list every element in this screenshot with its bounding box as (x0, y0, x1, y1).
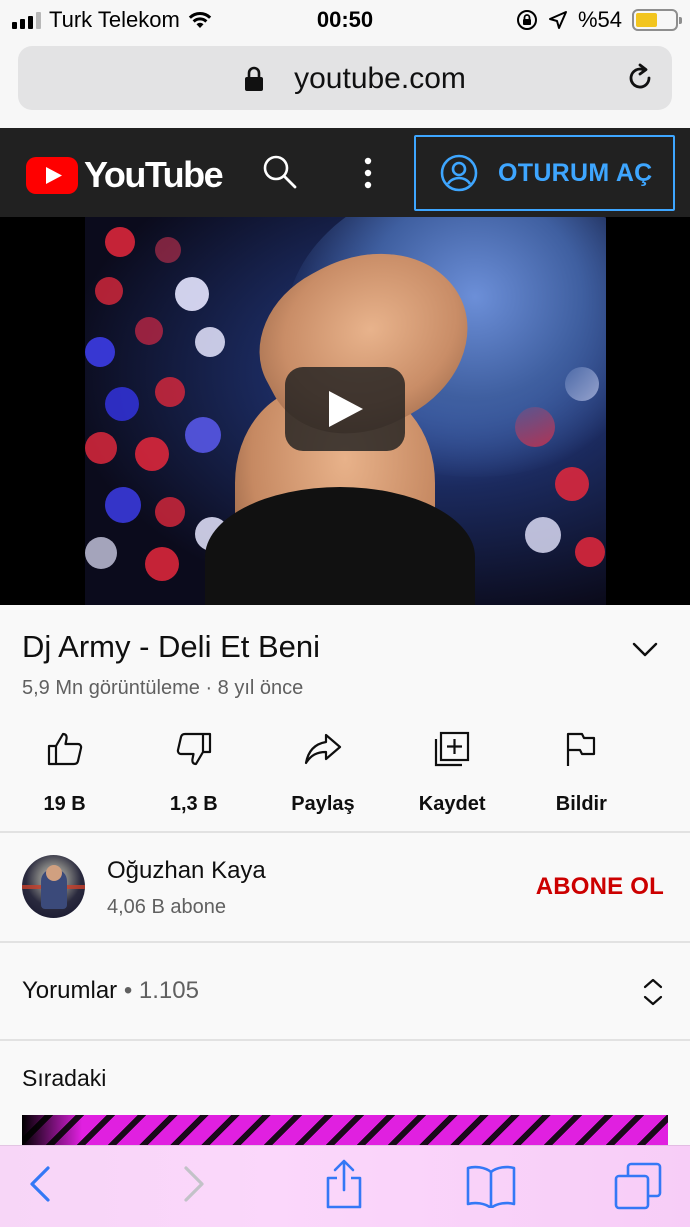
up-next-section: Sıradaki (0, 1041, 690, 1175)
safari-toolbar (0, 1145, 690, 1227)
account-icon (440, 154, 478, 192)
reload-icon[interactable] (624, 62, 656, 94)
dislike-button[interactable]: 1,3 B (129, 729, 258, 816)
youtube-header: YouTube OTURUM AÇ (0, 128, 690, 217)
share-icon (304, 733, 342, 765)
comments-count: • 1.105 (123, 977, 199, 1004)
youtube-logo[interactable]: YouTube (26, 154, 224, 196)
youtube-play-logo-icon (26, 156, 78, 194)
battery-icon (632, 9, 682, 31)
search-icon[interactable] (262, 154, 298, 190)
subscriber-count: 4,06 B abone (107, 896, 226, 918)
report-button[interactable]: Bildir (517, 729, 646, 816)
subscribe-button[interactable]: ABONE OL (536, 873, 664, 901)
save-label: Kaydet (418, 793, 486, 815)
action-bar: 19 B 1,3 B Paylaş Kaydet Bildir (22, 729, 668, 816)
save-button[interactable]: Kaydet (388, 729, 517, 816)
comments-label: Yorumlar (22, 977, 118, 1004)
back-icon[interactable] (28, 1164, 52, 1204)
dislike-count: 1,3 B (169, 793, 218, 815)
location-icon (548, 11, 567, 29)
sign-in-button[interactable]: OTURUM AÇ (414, 135, 675, 211)
bookmarks-icon[interactable] (466, 1164, 516, 1208)
channel-name[interactable]: Oğuzhan Kaya (107, 857, 266, 885)
report-label: Bildir (555, 793, 607, 815)
tabs-icon[interactable] (614, 1162, 662, 1210)
thumb-up-icon (47, 732, 82, 766)
play-icon (329, 391, 363, 427)
sign-in-label: OTURUM AÇ (498, 158, 653, 187)
view-count-and-age: 5,9 Mn görüntüleme · 8 yıl önce (22, 677, 304, 699)
comments-header: Yorumlar • 1.105 (22, 977, 199, 1005)
share-label: Paylaş (291, 793, 355, 815)
video-player[interactable] (0, 217, 690, 605)
forward-icon[interactable] (182, 1164, 206, 1204)
up-next-label: Sıradaki (22, 1065, 107, 1091)
url-text: youtube.com (294, 62, 466, 95)
video-metadata: Dj Army - Deli Et Beni 5,9 Mn görüntülem… (0, 605, 690, 831)
battery-percent: %54 (577, 7, 622, 32)
channel-row[interactable]: Oğuzhan Kaya 4,06 B abone ABONE OL (0, 833, 690, 941)
share-icon[interactable] (324, 1158, 364, 1210)
flag-icon (567, 732, 596, 766)
video-title: Dj Army - Deli Et Beni (22, 629, 321, 664)
thumb-down-icon (176, 732, 211, 766)
status-right: %54 (516, 7, 682, 33)
comments-section[interactable]: Yorumlar • 1.105 (0, 943, 690, 1039)
status-bar: Turk Telekom 00:50 %54 (0, 0, 690, 40)
like-button[interactable]: 19 B (0, 729, 129, 816)
address-bar[interactable]: youtube.com (18, 46, 672, 110)
play-button[interactable] (285, 367, 405, 451)
youtube-wordmark: YouTube (84, 154, 224, 195)
save-playlist-icon (435, 731, 470, 767)
share-button[interactable]: Paylaş (258, 729, 387, 816)
unfold-icon[interactable] (642, 977, 664, 1007)
more-options-icon[interactable] (360, 156, 376, 190)
like-count: 19 B (43, 793, 86, 815)
channel-avatar[interactable] (22, 855, 85, 918)
rotation-lock-icon (516, 10, 537, 30)
browser-address-area: youtube.com (0, 40, 690, 128)
chevron-down-icon[interactable] (632, 641, 658, 659)
